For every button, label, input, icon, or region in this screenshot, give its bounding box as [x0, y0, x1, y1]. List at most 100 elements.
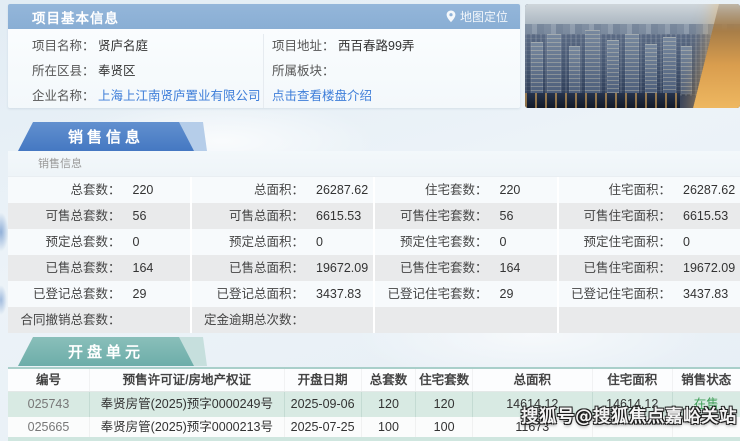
sales-cell: 可售住宅面积： 6615.53	[558, 203, 740, 229]
sales-label: 住宅面积：	[608, 183, 672, 197]
sales-value: 0	[683, 235, 690, 249]
sales-value: 29	[499, 287, 514, 301]
project-name-field: 项目名称： 贤庐名庭	[32, 34, 263, 59]
sales-label: 可售住宅面积：	[583, 209, 672, 223]
header-total-area: 总面积	[473, 369, 593, 391]
sales-cell: 可售住宅套数： 56	[375, 203, 557, 229]
sales-value: 56	[499, 209, 514, 223]
sales-label: 已登记总套数：	[33, 287, 121, 301]
sales-value: 29	[132, 287, 147, 301]
company-link[interactable]: 上海上江南贤庐置业有限公司	[98, 89, 261, 103]
sales-label: 预定总套数：	[45, 235, 121, 249]
cell-residential-units: 120	[416, 392, 473, 417]
sales-value	[304, 307, 373, 333]
watermark: 搜狐号@搜狐焦点嘉峪关站	[521, 407, 737, 427]
sales-row-cancelled: 合同撤销总套数： 定金逾期总次数：	[8, 307, 740, 333]
sales-cell: 已登记总套数： 29	[8, 281, 190, 307]
photo-foreground	[525, 93, 680, 108]
sales-value: 220	[499, 183, 521, 197]
company-field: 企业名称： 上海上江南贤庐置业有限公司	[32, 84, 263, 109]
sales-value	[121, 307, 190, 333]
header-total-units: 总套数	[362, 369, 417, 391]
sales-value	[671, 307, 740, 333]
district-value: 奉贤区	[98, 64, 136, 78]
sales-value: 0	[499, 235, 507, 249]
sales-value: 0	[132, 235, 140, 249]
sales-cell: 已售总面积： 19672.09	[191, 255, 373, 281]
sales-label: 已登记住宅套数：	[387, 287, 488, 301]
sales-label: 可售住宅套数：	[400, 209, 488, 223]
photo-tower	[607, 40, 619, 94]
photo-tower	[531, 42, 543, 94]
sales-label	[375, 307, 488, 333]
district-field: 所在区县： 奉贤区	[32, 59, 263, 84]
sector-field: 所属板块：	[272, 59, 520, 84]
sales-cell: 已登记总面积： 3437.83	[191, 281, 373, 307]
sales-cell: 已售总套数： 164	[8, 255, 190, 281]
sales-cell: 已登记住宅套数： 29	[375, 281, 557, 307]
sales-cell	[558, 307, 740, 333]
sales-cell: 可售总面积： 6615.53	[191, 203, 373, 229]
photo-tower	[547, 34, 561, 94]
sales-value: 6615.53	[316, 209, 362, 223]
sales-value: 6615.53	[683, 209, 729, 223]
sales-cell: 总面积： 26287.62	[191, 177, 373, 203]
cell-total-units: 120	[362, 392, 417, 417]
sales-value: 19672.09	[316, 261, 369, 275]
header-permit: 预售许可证/房地产权证	[90, 369, 285, 391]
photo-tower	[645, 44, 657, 94]
photo-tower	[625, 34, 639, 94]
sales-cell: 总套数： 220	[8, 177, 190, 203]
company-label: 企业名称：	[32, 89, 95, 103]
photo-tower	[569, 46, 580, 94]
cell-total-units: 100	[362, 417, 417, 437]
sales-row-reserved: 预定总套数： 0 预定总面积： 0 预定住宅套数： 0 预定住宅面积： 0	[8, 229, 740, 255]
sales-cell: 可售总套数： 56	[8, 203, 190, 229]
sales-value: 220	[132, 183, 154, 197]
sales-label: 已售总套数：	[45, 261, 121, 275]
sales-label: 总套数：	[70, 183, 121, 197]
sector-label: 所属板块：	[272, 64, 335, 78]
sales-value: 26287.62	[683, 183, 736, 197]
cell-open-date: 2025-07-25	[285, 417, 362, 437]
sales-cell: 已售住宅面积： 19672.09	[558, 255, 740, 281]
opening-tab-label: 开盘单元	[18, 337, 194, 366]
sales-label: 已登记总面积：	[216, 287, 305, 301]
map-locate-button[interactable]: 地图定位	[446, 8, 508, 25]
sales-value: 3437.83	[683, 287, 729, 301]
sales-cell: 预定总套数： 0	[8, 229, 190, 255]
project-info-left-column: 项目名称： 贤庐名庭 所在区县： 奉贤区 企业名称： 上海上江南贤庐置业有限公司	[8, 34, 264, 108]
sales-cell: 已登记住宅面积： 3437.83	[558, 281, 740, 307]
address-field: 项目地址： 西百春路99弄	[272, 34, 520, 59]
sales-cell: 预定总面积： 0	[191, 229, 373, 255]
sales-cell: 定金逾期总次数：	[191, 307, 373, 333]
header-residential-units: 住宅套数	[416, 369, 473, 391]
sales-value: 3437.83	[316, 287, 362, 301]
location-pin-icon	[446, 10, 456, 23]
cell-id: 025743	[8, 392, 90, 417]
sales-row-available: 可售总套数： 56 可售总面积： 6615.53 可售住宅套数： 56 可售住宅面积：…	[8, 203, 740, 229]
cell-open-date: 2025-09-06	[285, 392, 362, 417]
sales-label: 可售总套数：	[45, 209, 121, 223]
building-intro-link[interactable]: 点击查看楼盘介绍	[272, 89, 372, 103]
sales-label: 已售总面积：	[229, 261, 305, 275]
project-name-value: 贤庐名庭	[98, 39, 149, 53]
header-open-date: 开盘日期	[285, 369, 362, 391]
sales-cell: 已售住宅套数： 164	[375, 255, 557, 281]
page: 项目基本信息 地图定位 项目名称： 贤庐名庭 所在区县： 奉贤区 企业名称： 上…	[0, 0, 740, 441]
sales-label: 可售总面积：	[229, 209, 305, 223]
sales-sub-tab: 销售信息	[8, 151, 740, 177]
sales-value: 0	[316, 235, 323, 249]
header-sales-status: 销售状态	[681, 373, 732, 387]
header-residential-area: 住宅面积	[593, 369, 673, 391]
sales-cell: 住宅套数： 220	[375, 177, 557, 203]
sales-value	[488, 307, 557, 333]
sales-label: 定金逾期总次数：	[204, 313, 305, 327]
photo-tower	[663, 37, 676, 94]
sales-label: 预定总面积：	[229, 235, 305, 249]
sales-label: 已售住宅面积：	[583, 261, 672, 275]
photo-tower	[681, 46, 692, 94]
district-label: 所在区县：	[32, 64, 95, 78]
opening-section-tab: 开盘单元	[18, 337, 194, 366]
sales-value: 19672.09	[683, 261, 736, 275]
